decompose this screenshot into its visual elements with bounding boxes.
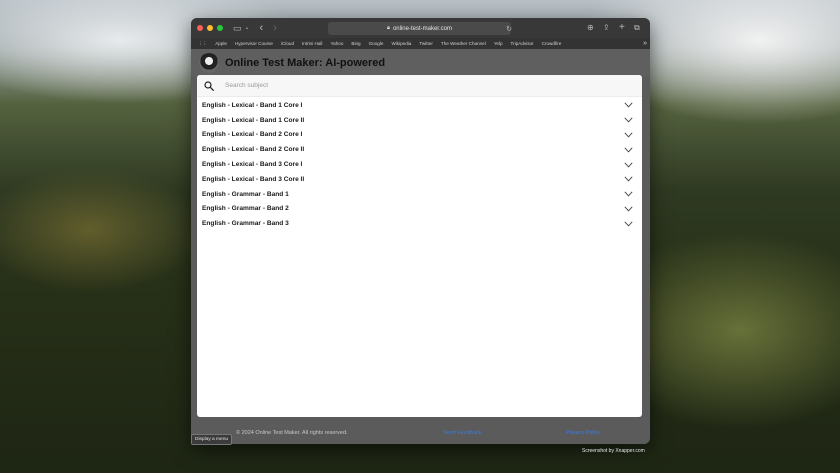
subject-item[interactable]: English - Lexical - Band 1 Core II [197,113,642,128]
subject-item-label: English - Lexical - Band 1 Core II [202,116,305,124]
chevron-down-icon[interactable] [624,206,633,212]
copyright-text: © 2024 Online Test Maker. All rights res… [236,430,348,436]
subject-dropdown-panel: English - Lexical - Band 1 Core I English… [197,75,642,417]
chevron-down-icon[interactable] [624,102,633,108]
bookmark-crowdfire[interactable]: Crowdfire [542,41,562,46]
chevron-down-icon[interactable] [624,176,633,182]
bookmarks-grid-icon[interactable]: ⋮⋮ [198,41,207,47]
bookmark-yelp[interactable]: Yelp [494,41,503,46]
chevron-down-icon[interactable] [624,117,633,123]
subject-item-label: English - Lexical - Band 2 Core II [202,146,305,154]
share-icon[interactable]: ⇪ [603,18,610,38]
send-feedback-link[interactable]: Send Feedback [443,430,482,436]
subject-item-label: English - Lexical - Band 3 Core II [202,175,305,183]
screenshot-caption: Screenshot by Xnapper.com [582,448,645,454]
display-menu-tooltip: Display a menu [191,434,233,445]
window-controls [197,25,223,31]
subject-item[interactable]: English - Grammar - Band 3 [197,216,642,231]
bookmark-yahoo[interactable]: Yahoo [330,41,343,46]
subject-item[interactable]: English - Grammar - Band 2 [197,202,642,217]
bookmark-weather-channel[interactable]: The Weather Channel [441,41,486,46]
address-bar[interactable]: 🔒︎ online-test-maker.com ↻ [328,22,512,35]
site-footer: © 2024 Online Test Maker. All rights res… [191,422,650,444]
chevron-down-icon[interactable] [624,221,633,227]
close-window-button[interactable] [197,25,203,31]
bookmark-bing[interactable]: Bing [351,41,360,46]
chevron-down-icon[interactable]: ⌄ [245,18,250,38]
subject-item[interactable]: English - Lexical - Band 1 Core I [197,98,642,113]
subject-item-label: English - Grammar - Band 2 [202,205,289,213]
subject-item-label: English - Lexical - Band 3 Core I [202,161,303,169]
subject-item[interactable]: English - Lexical - Band 3 Core II [197,172,642,187]
site-title: Online Test Maker: AI-powered [225,56,386,69]
search-subject-input[interactable] [223,81,607,90]
bookmark-icloud[interactable]: iCloud [281,41,294,46]
url-text: online-test-maker.com [392,25,452,32]
subject-item[interactable]: English - Grammar - Band 1 [197,187,642,202]
site-header: Online Test Maker: AI-powered [191,49,650,76]
minimize-window-button[interactable] [207,25,213,31]
reload-icon[interactable]: ↻ [506,25,512,33]
new-tab-icon[interactable]: + [619,18,625,38]
bookmark-wikipedia[interactable]: Wikipedia [391,41,411,46]
browser-toolbar: ▭ ⌄ ‹ › 🔒︎ online-test-maker.com ↻ ⊕ ⇪ +… [191,18,650,38]
chevron-down-icon[interactable] [624,191,633,197]
privacy-policy-link[interactable]: Privacy Policy [566,430,600,436]
bookmark-google[interactable]: Google [369,41,384,46]
lock-icon: 🔒︎ [387,25,390,31]
bookmark-hypervisor-course[interactable]: Hypervisor Course [235,41,273,46]
bookmark-intrini-hall[interactable]: Intrini Hall [302,41,322,46]
site-logo[interactable] [199,52,219,73]
bookmark-twitter[interactable]: Twitter [419,41,433,46]
download-icon[interactable]: ⊕ [587,18,594,38]
bookmarks-bar: ⋮⋮ Apple Hypervisor Course iCloud Intrin… [191,38,650,49]
subject-item-label: English - Grammar - Band 1 [202,190,289,198]
subject-item-label: English - Grammar - Band 3 [202,220,289,228]
subject-item[interactable]: English - Lexical - Band 2 Core I [197,128,642,143]
tab-overview-icon[interactable]: ⧉ [634,18,640,38]
bookmark-apple[interactable]: Apple [215,41,227,46]
subject-item-label: English - Lexical - Band 2 Core I [202,131,303,139]
web-page: Online Test Maker: AI-powered English - … [191,49,650,444]
chevron-down-icon[interactable] [624,162,633,168]
back-icon[interactable]: ‹ [260,18,264,38]
chevron-down-icon[interactable] [624,147,633,153]
bookmark-tripadvisor[interactable]: TripAdvisor [511,41,534,46]
zoom-window-button[interactable] [217,25,223,31]
subject-item[interactable]: English - Lexical - Band 2 Core II [197,142,642,157]
search-icon [204,80,214,91]
subject-list: English - Lexical - Band 1 Core I English… [197,98,642,231]
subject-item-label: English - Lexical - Band 1 Core I [202,101,303,109]
search-bar [197,75,642,97]
sidebar-toggle-icon[interactable]: ▭ [233,18,242,38]
forward-icon[interactable]: › [273,18,277,38]
chevron-down-icon[interactable] [624,132,633,138]
subject-item[interactable]: English - Lexical - Band 3 Core I [197,157,642,172]
browser-window: ▭ ⌄ ‹ › 🔒︎ online-test-maker.com ↻ ⊕ ⇪ +… [191,18,650,444]
bookmarks-overflow-icon[interactable]: » [643,40,647,47]
